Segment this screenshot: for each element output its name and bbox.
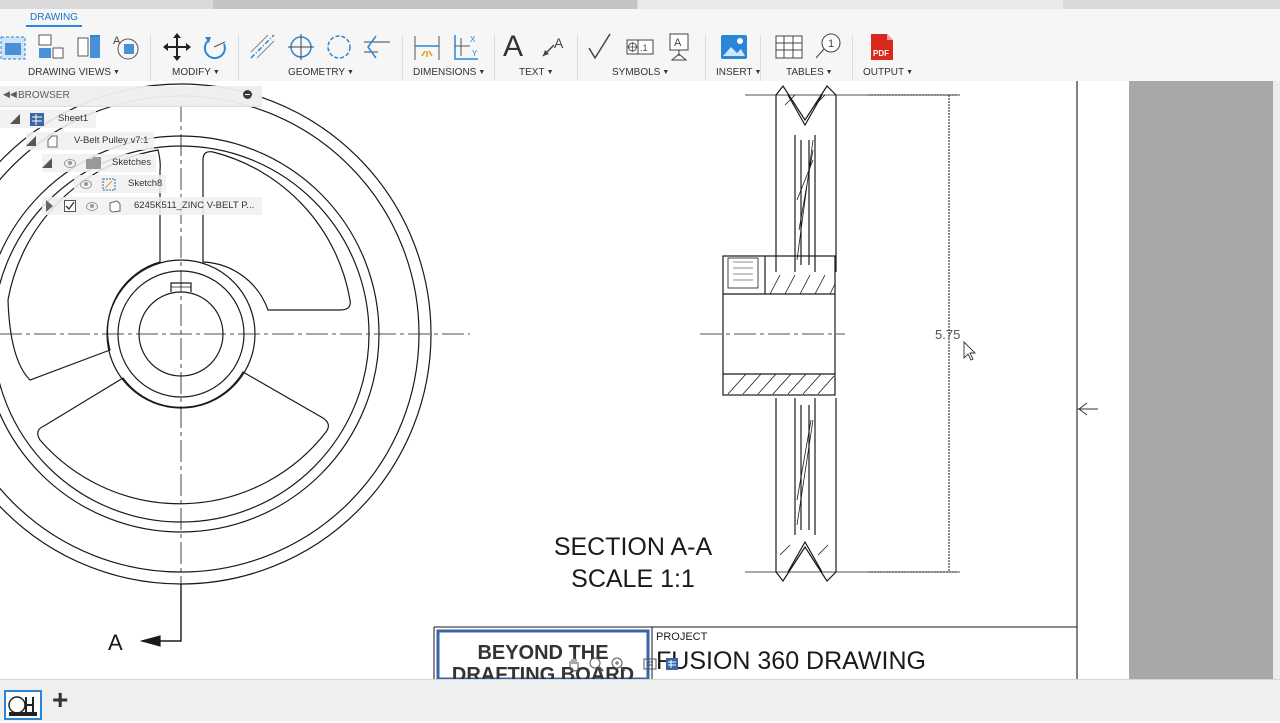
toolbar-divider: [852, 35, 853, 85]
balloon-icon[interactable]: 1: [813, 32, 843, 62]
pan-icon[interactable]: [566, 656, 582, 672]
collapse-triangle-icon[interactable]: [46, 200, 53, 212]
pin-panel-icon[interactable]: [243, 90, 252, 99]
toolbar-divider: [238, 35, 239, 85]
rotate-icon[interactable]: [200, 32, 230, 62]
circle-icon[interactable]: [324, 32, 354, 62]
edge-extension-icon[interactable]: [362, 32, 392, 62]
visibility-eye-icon[interactable]: [80, 180, 92, 189]
surface-texture-icon[interactable]: [586, 32, 616, 62]
toolbar-divider: [705, 35, 706, 85]
toolbar-divider: [150, 35, 151, 85]
pdf-icon[interactable]: PDF: [867, 32, 897, 62]
body-icon: [109, 200, 121, 213]
move-icon[interactable]: [162, 32, 192, 62]
datum-identifier-icon[interactable]: A: [664, 32, 694, 62]
toolbar-divider: [760, 35, 761, 85]
projected-view-icon[interactable]: [36, 32, 66, 62]
workspace-tab-drawing[interactable]: DRAWING: [26, 12, 82, 27]
visibility-eye-icon[interactable]: [64, 159, 76, 168]
text-menu[interactable]: TEXT ▼: [519, 67, 554, 78]
drawing-views-menu[interactable]: DRAWING VIEWS ▼: [28, 67, 120, 78]
insert-menu[interactable]: INSERT ▼: [716, 67, 761, 78]
svg-text:Y: Y: [472, 49, 478, 58]
collapse-panel-icon[interactable]: ◀◀: [3, 89, 17, 100]
symbols-menu[interactable]: SYMBOLS ▼: [612, 67, 669, 78]
toolbar-divider: [494, 35, 495, 85]
checkbox-icon[interactable]: [64, 200, 76, 212]
sheet-surround: [1129, 81, 1273, 679]
toolbar-divider: [577, 35, 578, 85]
svg-text:X: X: [470, 35, 476, 44]
mouse-cursor-icon: [963, 340, 977, 361]
sheet-thumbnail[interactable]: [4, 690, 42, 720]
folder-icon: [86, 157, 101, 169]
expand-triangle-icon[interactable]: [26, 136, 36, 146]
project-label: PROJECT: [656, 631, 708, 643]
sketch-icon: [102, 178, 116, 191]
tree-item-sketches[interactable]: Sketches: [42, 154, 156, 172]
section-view-icon[interactable]: [74, 32, 104, 62]
svg-text:A: A: [554, 35, 564, 51]
expand-triangle-icon[interactable]: [42, 158, 52, 168]
text-icon[interactable]: A: [503, 32, 531, 62]
table-icon[interactable]: [774, 32, 804, 62]
svg-text:.1: .1: [640, 43, 648, 53]
image-icon[interactable]: [719, 32, 749, 62]
tables-menu[interactable]: TABLES ▼: [786, 67, 833, 78]
leader-icon[interactable]: A: [540, 32, 570, 62]
tree-item-component[interactable]: V-Belt Pulley v7:1: [26, 132, 154, 150]
center-mark-icon[interactable]: [286, 32, 316, 62]
modify-menu[interactable]: MODIFY ▼: [172, 67, 220, 78]
section-hatch: [727, 94, 836, 556]
svg-text:A: A: [674, 37, 682, 49]
document-tab-pulley[interactable]: [213, 0, 637, 9]
tree-item-sheet1[interactable]: Sheet1: [0, 110, 96, 128]
svg-text:PDF: PDF: [873, 49, 889, 58]
document-tab-drawing[interactable]: [638, 0, 1063, 9]
svg-text:A: A: [113, 35, 121, 47]
browser-panel: ◀◀ BROWSER Sheet1 V-Belt Pulley v7:1 Ske…: [0, 86, 262, 221]
browser-header: ◀◀ BROWSER: [0, 86, 262, 107]
tree-item-sketch8[interactable]: Sketch8: [74, 175, 166, 193]
sheet-thumbnail-icon: [8, 696, 37, 716]
zoom-window-icon[interactable]: [610, 656, 626, 672]
browser-title: BROWSER: [18, 90, 70, 101]
window-titlebar: [0, 0, 1280, 9]
component-icon: [47, 135, 58, 148]
dimension-value-label[interactable]: 5.75: [935, 327, 960, 342]
feature-control-frame-icon[interactable]: .1: [625, 32, 655, 62]
dimension-icon[interactable]: [412, 32, 442, 62]
toolbar-divider: [402, 35, 403, 85]
zoom-icon[interactable]: [588, 656, 604, 672]
ribbon-toolbar: DRAWING A DRAWING VIEWS ▼ MODIFY ▼ GEOME…: [0, 9, 1280, 85]
section-marker-label: A: [108, 630, 123, 655]
visibility-eye-icon[interactable]: [86, 202, 98, 211]
canvas-edge: [1273, 81, 1280, 679]
dimensions-menu[interactable]: DIMENSIONS ▼: [413, 67, 485, 78]
centerline-icon[interactable]: [248, 32, 278, 62]
ordinate-dimension-icon[interactable]: X Y: [450, 32, 480, 62]
zone-marker: [1077, 402, 1098, 416]
base-view-icon[interactable]: [0, 32, 28, 62]
detail-view-icon[interactable]: A: [112, 32, 142, 62]
sheet-icon[interactable]: [664, 656, 680, 672]
sheet-tabs-bar: +: [0, 679, 1280, 721]
expand-triangle-icon[interactable]: [10, 114, 20, 124]
svg-text:1: 1: [828, 38, 834, 50]
geometry-menu[interactable]: GEOMETRY ▼: [288, 67, 354, 78]
section-title: SECTION A-A: [554, 533, 713, 561]
navigation-bar: [566, 655, 680, 673]
project-value: FUSION 360 DRAWING: [656, 647, 926, 675]
add-sheet-icon[interactable]: +: [52, 684, 68, 716]
output-menu[interactable]: OUTPUT ▼: [863, 67, 913, 78]
section-scale: SCALE 1:1: [571, 565, 695, 593]
display-settings-icon[interactable]: [642, 656, 658, 672]
tree-item-body[interactable]: 6245K511_ZINC V-BELT P...: [42, 197, 262, 215]
section-view: [700, 84, 960, 583]
sheet-icon: [30, 113, 44, 126]
